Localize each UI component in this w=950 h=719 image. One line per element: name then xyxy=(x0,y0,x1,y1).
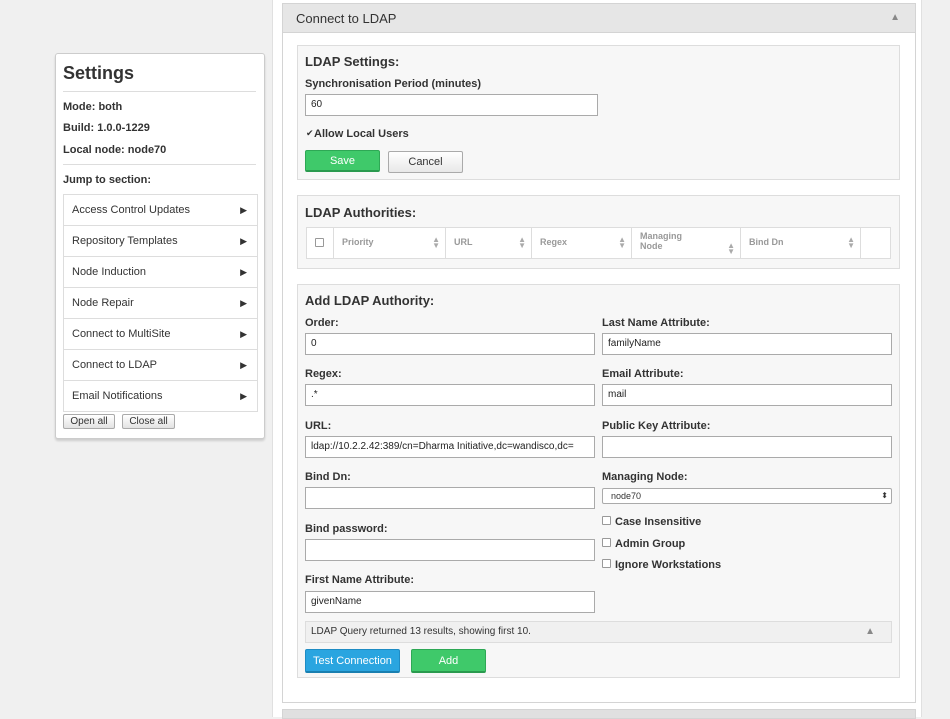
case-insensitive-checkbox[interactable] xyxy=(602,516,611,525)
collapse-icon[interactable]: ▲ xyxy=(890,12,900,23)
ldap-query-status: LDAP Query returned 13 results, showing … xyxy=(305,621,892,643)
ignore-workstations-label: Ignore Workstations xyxy=(615,559,722,571)
allow-local-users-label: Allow Local Users xyxy=(314,128,409,140)
column-label: URL xyxy=(454,237,473,247)
column-header-regex[interactable]: Regex ▲ ▼ xyxy=(532,228,632,258)
ignore-workstations-checkbox[interactable] xyxy=(602,559,611,568)
email-attribute-label: Email Attribute: xyxy=(602,368,684,380)
nav-item-label: Node Repair xyxy=(72,297,134,309)
settings-panel: Settings Mode: both Build: 1.0.0-1229 Lo… xyxy=(55,53,265,439)
regex-label: Regex: xyxy=(305,368,342,380)
sort-icon: ▲ ▼ xyxy=(847,235,855,250)
bind-password-input[interactable] xyxy=(305,539,595,561)
nav-item-label: Access Control Updates xyxy=(72,204,190,216)
sort-icon: ▲ ▼ xyxy=(518,235,526,250)
managing-node-label: Managing Node: xyxy=(602,471,688,483)
add-button[interactable]: Add xyxy=(411,649,486,673)
chevron-right-icon: ▶ xyxy=(240,236,247,246)
admin-group-label: Admin Group xyxy=(615,538,686,550)
build-text: Build: 1.0.0-1229 xyxy=(63,122,150,134)
sync-period-input[interactable]: 60 xyxy=(305,94,598,116)
ldap-panel-title: Connect to LDAP xyxy=(296,11,397,26)
column-header-bind-dn[interactable]: Bind Dn ▲ ▼ xyxy=(741,228,861,258)
url-label: URL: xyxy=(305,420,332,432)
select-all-checkbox[interactable] xyxy=(315,238,324,247)
nav-item-label: Node Induction xyxy=(72,266,146,278)
nav-item-email-notifications[interactable]: Email Notifications ▶ xyxy=(64,381,257,411)
column-label: Priority xyxy=(342,237,374,247)
case-insensitive-label: Case Insensitive xyxy=(615,516,702,528)
add-ldap-authority-title: Add LDAP Authority: xyxy=(305,293,435,308)
last-name-attribute-label: Last Name Attribute: xyxy=(602,317,710,329)
email-attribute-input[interactable]: mail xyxy=(602,384,892,406)
next-panel-header[interactable] xyxy=(282,709,916,719)
regex-input[interactable]: .* xyxy=(305,384,595,406)
column-header-priority[interactable]: Priority ▲ ▼ xyxy=(334,228,446,258)
order-label: Order: xyxy=(305,317,339,329)
local-node-text: Local node: node70 xyxy=(63,144,167,156)
mode-text: Mode: both xyxy=(63,101,123,113)
open-all-button[interactable]: Open all xyxy=(63,414,115,429)
nav-item-access-control-updates[interactable]: Access Control Updates ▶ xyxy=(64,195,257,226)
nav-item-node-repair[interactable]: Node Repair ▶ xyxy=(64,288,257,319)
column-header-managing-node[interactable]: Managing Node ▲ ▼ xyxy=(632,228,741,258)
first-name-attribute-label: First Name Attribute: xyxy=(305,574,414,586)
close-all-button[interactable]: Close all xyxy=(122,414,175,429)
chevron-right-icon: ▶ xyxy=(240,329,247,339)
public-key-attribute-label: Public Key Attribute: xyxy=(602,420,711,432)
jump-label: Jump to section: xyxy=(63,174,152,186)
nav-item-label: Connect to MultiSite xyxy=(72,328,171,340)
save-button[interactable]: Save xyxy=(305,150,380,172)
sort-icon: ▲ ▼ xyxy=(432,235,440,250)
column-label: Bind Dn xyxy=(749,237,784,247)
divider xyxy=(63,164,256,165)
chevron-right-icon: ▶ xyxy=(240,360,247,370)
sort-icon: ▲ ▼ xyxy=(727,241,735,256)
url-input[interactable]: ldap://10.2.2.42:389/cn=Dharma Initiativ… xyxy=(305,436,595,458)
sync-period-label: Synchronisation Period (minutes) xyxy=(305,78,482,90)
divider xyxy=(63,91,256,92)
public-key-attribute-input[interactable] xyxy=(602,436,892,458)
chevron-right-icon: ▶ xyxy=(240,205,247,215)
managing-node-select[interactable]: node70 ⬍ xyxy=(602,488,892,504)
ldap-panel-header[interactable]: Connect to LDAP ▲ xyxy=(282,3,916,33)
collapse-icon[interactable]: ▲ xyxy=(865,622,875,642)
column-header-url[interactable]: URL ▲ ▼ xyxy=(446,228,532,258)
first-name-attribute-input[interactable]: givenName xyxy=(305,591,595,613)
cancel-button[interactable]: Cancel xyxy=(388,151,463,173)
settings-title: Settings xyxy=(63,63,135,83)
authorities-table: Priority ▲ ▼ URL ▲ ▼ Regex ▲ ▼ Managing Nod… xyxy=(306,227,891,259)
order-input[interactable]: 0 xyxy=(305,333,595,355)
nav-item-label: Connect to LDAP xyxy=(72,359,157,371)
managing-node-value: node70 xyxy=(611,491,642,501)
status-text: LDAP Query returned 13 results, showing … xyxy=(311,626,531,637)
ldap-settings-title: LDAP Settings: xyxy=(305,54,400,69)
nav-item-connect-to-multisite[interactable]: Connect to MultiSite ▶ xyxy=(64,319,257,350)
sort-icon: ▲ ▼ xyxy=(618,235,626,250)
test-connection-button[interactable]: Test Connection xyxy=(305,649,400,673)
select-arrows-icon: ⬍ xyxy=(881,491,888,500)
nav-item-connect-to-ldap[interactable]: Connect to LDAP ▶ xyxy=(64,350,257,381)
chevron-right-icon: ▶ xyxy=(240,391,247,401)
bind-password-label: Bind password: xyxy=(305,523,388,535)
column-label: Managing Node xyxy=(640,231,682,251)
chevron-right-icon: ▶ xyxy=(240,298,247,308)
bind-dn-label: Bind Dn: xyxy=(305,471,351,483)
last-name-attribute-input[interactable]: familyName xyxy=(602,333,892,355)
select-all-header xyxy=(307,228,334,258)
ldap-authorities-title: LDAP Authorities: xyxy=(305,205,417,220)
section-nav-list: Access Control Updates ▶ Repository Templ… xyxy=(63,194,258,412)
admin-group-checkbox[interactable] xyxy=(602,538,611,547)
column-label: Regex xyxy=(540,237,568,247)
nav-item-label: Email Notifications xyxy=(72,390,163,402)
bind-dn-input[interactable] xyxy=(305,487,595,509)
nav-item-node-induction[interactable]: Node Induction ▶ xyxy=(64,257,257,288)
chevron-right-icon: ▶ xyxy=(240,267,247,277)
nav-item-label: Repository Templates xyxy=(72,235,178,247)
nav-item-repository-templates[interactable]: Repository Templates ▶ xyxy=(64,226,257,257)
